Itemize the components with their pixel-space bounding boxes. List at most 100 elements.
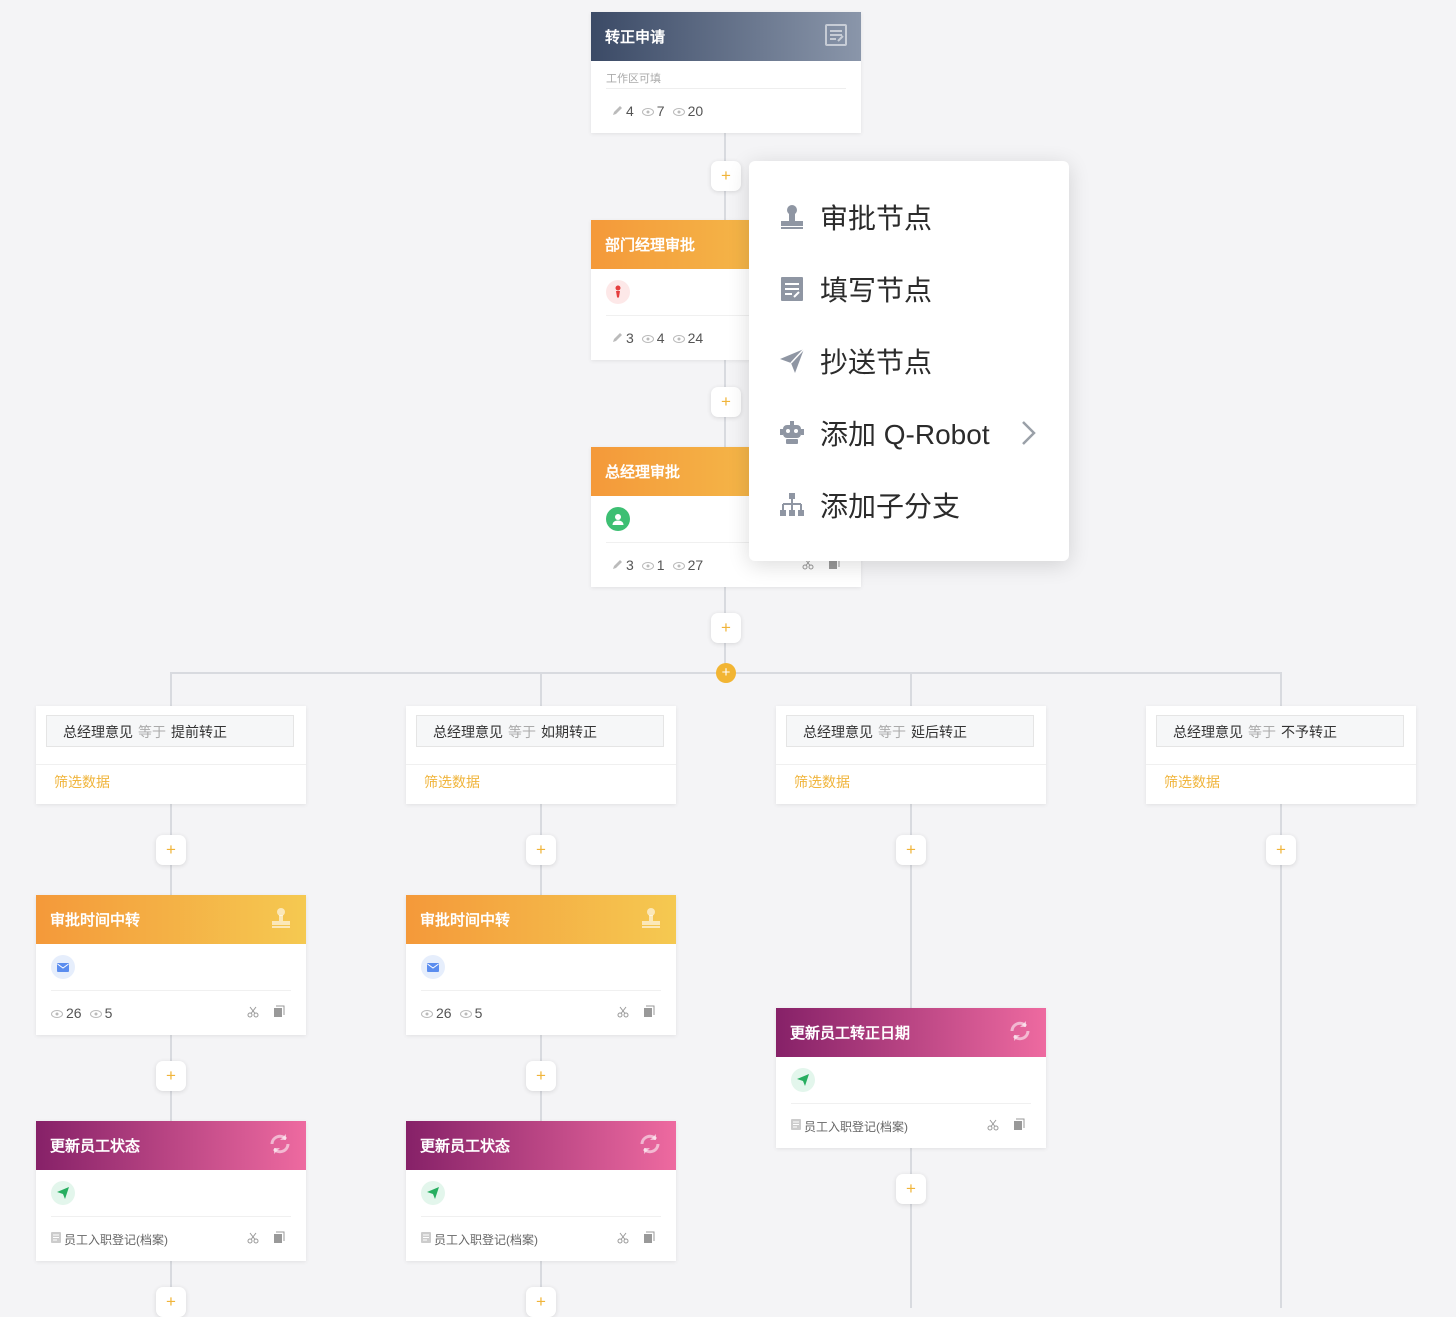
branch-condition-card[interactable]: 总经理意见 等于 延后转正 筛选数据 (776, 706, 1046, 804)
add-node-button[interactable]: + (156, 835, 186, 865)
stamp-icon (778, 203, 806, 231)
form-icon (825, 23, 847, 50)
node-title: 审批时间中转 (420, 912, 511, 929)
menu-item-label: 添加子分支 (820, 491, 961, 522)
start-node-title: 转正申请 (605, 29, 666, 46)
copy-icon[interactable] (273, 1231, 285, 1247)
eye-icon (641, 330, 654, 346)
view-count: 7 (641, 103, 665, 119)
add-node-button[interactable]: + (711, 161, 741, 191)
filter-data-link[interactable]: 筛选数据 (424, 772, 480, 792)
branch-icon (778, 491, 806, 519)
send-icon (778, 347, 806, 375)
branch-condition-card[interactable]: 总经理意见 等于 提前转正 筛选数据 (36, 706, 306, 804)
condition-field: 总经理意见 等于 如期转正 (416, 715, 664, 747)
condition-field: 总经理意见 等于 提前转正 (46, 715, 294, 747)
manager-icon (606, 280, 630, 304)
start-node-header: 转正申请 (591, 12, 861, 61)
node-title: 审批时间中转 (50, 912, 141, 929)
chevron-right-icon (1019, 419, 1037, 454)
pencil-icon (612, 330, 623, 346)
robot-icon (778, 419, 806, 447)
eye-icon (51, 1005, 63, 1021)
scissors-icon[interactable] (617, 1005, 629, 1021)
add-node-button[interactable]: + (711, 613, 741, 643)
add-node-button[interactable]: + (156, 1287, 186, 1317)
pencil-icon (612, 103, 623, 119)
eye-icon (672, 103, 685, 119)
menu-item-label: 填写节点 (820, 275, 933, 306)
connector-line (1280, 672, 1282, 706)
node-title: 部门经理审批 (605, 237, 696, 254)
node-title: 更新员工转正日期 (790, 1025, 911, 1042)
form-icon (778, 275, 806, 303)
robot-node-card[interactable]: 更新员工状态 员工入职登记(档案) (406, 1121, 676, 1261)
approval-node-card[interactable]: 审批时间中转 26 5 (406, 895, 676, 1035)
scissors-icon[interactable] (987, 1118, 999, 1134)
menu-item-label: 审批节点 (820, 203, 933, 234)
add-node-button[interactable]: + (896, 835, 926, 865)
menu-item-cc-node[interactable]: 抄送节点 (749, 333, 1069, 389)
add-node-button[interactable]: + (526, 1061, 556, 1091)
eye-icon (421, 1005, 433, 1021)
stamp-icon (640, 907, 662, 933)
copy-icon[interactable] (643, 1005, 655, 1021)
scissors-icon[interactable] (247, 1005, 259, 1021)
filter-data-link[interactable]: 筛选数据 (1164, 772, 1220, 792)
copy-icon[interactable] (1013, 1118, 1025, 1134)
stamp-icon (270, 907, 292, 933)
add-node-button[interactable]: + (711, 387, 741, 417)
start-node-card[interactable]: 转正申请 工作区可填 4 7 20 (591, 12, 861, 133)
user-icon (606, 507, 630, 531)
eye-icon (641, 557, 654, 573)
connector-line (170, 672, 172, 706)
eye-icon (459, 1005, 472, 1021)
connector-line (540, 672, 542, 706)
robot-node-card[interactable]: 更新员工状态 员工入职登记(档案) (36, 1121, 306, 1261)
send-icon (791, 1068, 815, 1092)
branch-condition-card[interactable]: 总经理意见 等于 不予转正 筛选数据 (1146, 706, 1416, 804)
filter-data-link[interactable]: 筛选数据 (54, 772, 110, 792)
condition-field: 总经理意见 等于 不予转正 (1156, 715, 1404, 747)
add-node-button[interactable]: + (1266, 835, 1296, 865)
node-title: 总经理审批 (605, 464, 681, 481)
document-icon (791, 1119, 801, 1133)
add-node-button[interactable]: + (526, 1287, 556, 1317)
add-node-button[interactable]: + (156, 1061, 186, 1091)
linked-form-name: 员工入职登记(档案) (434, 1232, 538, 1247)
copy-icon[interactable] (273, 1005, 285, 1021)
connector-line (910, 1143, 912, 1308)
edit-count: 4 (612, 103, 634, 119)
eye-icon (641, 103, 654, 119)
add-node-button[interactable]: + (526, 835, 556, 865)
document-icon (51, 1232, 61, 1246)
pencil-icon (612, 557, 623, 573)
menu-item-label: 添加 Q-Robot (820, 419, 990, 450)
menu-item-fill-node[interactable]: 填写节点 (749, 261, 1069, 317)
eye-icon (672, 330, 685, 346)
scissors-icon[interactable] (617, 1231, 629, 1247)
refresh-icon (1008, 1019, 1032, 1047)
branch-condition-card[interactable]: 总经理意见 等于 如期转正 筛选数据 (406, 706, 676, 804)
menu-item-label: 抄送节点 (820, 347, 933, 378)
linked-form-name: 员工入职登记(档案) (804, 1119, 908, 1134)
add-node-menu: 审批节点 填写节点 抄送节点 添加 Q-Robot 添加子分支 (749, 161, 1069, 561)
approval-node-card[interactable]: 审批时间中转 26 5 (36, 895, 306, 1035)
menu-item-approval-node[interactable]: 审批节点 (749, 189, 1069, 245)
scissors-icon[interactable] (247, 1231, 259, 1247)
add-branch-button[interactable]: + (716, 663, 736, 683)
filter-data-link[interactable]: 筛选数据 (794, 772, 850, 792)
view-count: 20 (672, 103, 703, 119)
mail-icon (51, 955, 75, 979)
connector-line (1280, 804, 1282, 1308)
node-title: 更新员工状态 (420, 1138, 511, 1155)
menu-item-add-qrobot[interactable]: 添加 Q-Robot (749, 405, 1069, 461)
add-node-button[interactable]: + (896, 1174, 926, 1204)
eye-icon (672, 557, 685, 573)
menu-item-add-branch[interactable]: 添加子分支 (749, 477, 1069, 533)
copy-icon[interactable] (643, 1231, 655, 1247)
send-icon (51, 1181, 75, 1205)
robot-node-card[interactable]: 更新员工转正日期 员工入职登记(档案) (776, 1008, 1046, 1148)
start-node-subtitle: 工作区可填 (606, 73, 661, 85)
document-icon (421, 1232, 431, 1246)
